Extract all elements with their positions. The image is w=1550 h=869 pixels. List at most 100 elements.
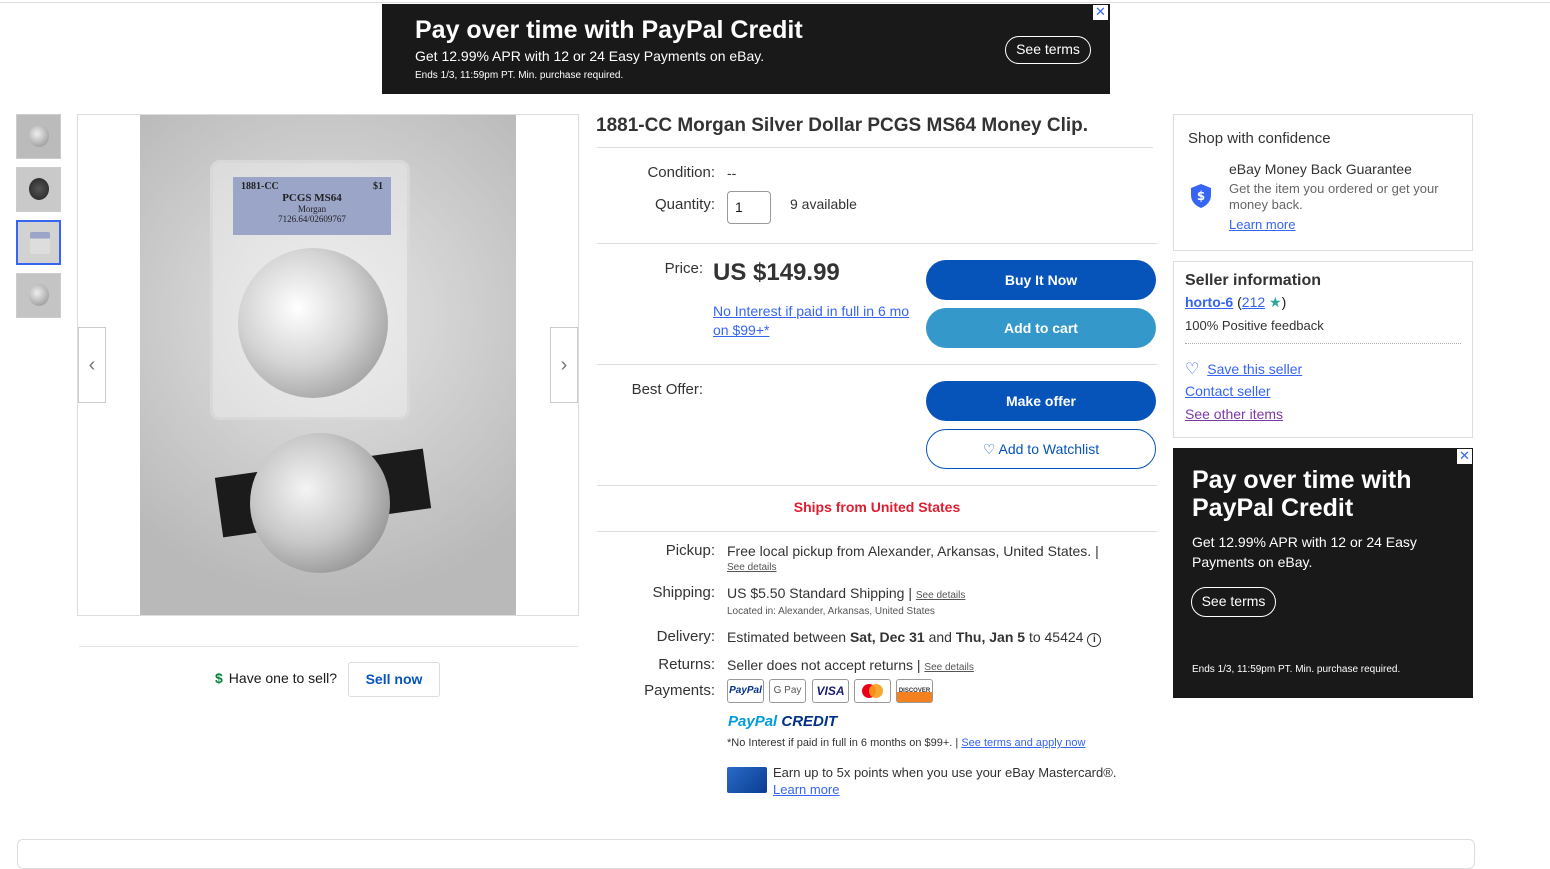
confidence-heading: Shop with confidence bbox=[1188, 130, 1331, 147]
ad-fineprint: Ends 1/3, 11:59pm PT. Min. purchase requ… bbox=[415, 70, 624, 81]
delivery-zip: to 45424 bbox=[1028, 629, 1084, 645]
pickup-see-details-link[interactable]: See details bbox=[727, 562, 776, 573]
delivery-prefix: Estimated between bbox=[727, 629, 847, 645]
sell-now-button[interactable]: Sell now bbox=[348, 662, 440, 697]
add-to-cart-button[interactable]: Add to cart bbox=[926, 308, 1156, 348]
delivery-label: Delivery: bbox=[656, 628, 715, 645]
guarantee-title: eBay Money Back Guarantee bbox=[1229, 161, 1412, 177]
shipping-text: Standard Shipping | bbox=[789, 585, 912, 601]
divider bbox=[597, 147, 1153, 148]
save-seller-link[interactable]: Save this seller bbox=[1207, 361, 1302, 377]
clip-thumb-image bbox=[29, 178, 49, 200]
seller-information-box: Seller information horto-6 (212 ★) 100% … bbox=[1173, 261, 1473, 438]
delivery-estimate: Estimated between Sat, Dec 31 and Thu, J… bbox=[727, 629, 1102, 647]
ad-see-terms-button[interactable]: See terms bbox=[1005, 36, 1091, 64]
feedback-count-link[interactable]: 212 bbox=[1242, 294, 1265, 310]
seller-info-heading: Seller information bbox=[1185, 272, 1322, 289]
slab-label-year: 1881-CC bbox=[241, 181, 279, 192]
dollar-icon: $ bbox=[215, 670, 223, 686]
delivery-from-date: Sat, Dec 31 bbox=[849, 629, 925, 645]
feedback-paren-close: ) bbox=[1281, 294, 1287, 310]
condition-value: -- bbox=[727, 165, 737, 181]
mastercard-learn-more-link[interactable]: Learn more bbox=[773, 782, 839, 797]
svg-text:$: $ bbox=[1197, 189, 1205, 203]
discover-logo-icon: DISCOVER bbox=[896, 679, 933, 703]
slab-thumb-image bbox=[30, 232, 50, 254]
seller-name-link[interactable]: horto-6 bbox=[1185, 294, 1233, 310]
shop-with-confidence-box: Shop with confidence $ eBay Money Back G… bbox=[1173, 114, 1473, 251]
prev-image-chevron-icon[interactable]: ‹ bbox=[78, 327, 106, 403]
divider bbox=[597, 364, 1157, 365]
ships-from-notice: Ships from United States bbox=[793, 499, 961, 515]
quantity-input[interactable]: 1 bbox=[727, 191, 771, 224]
thumbnail-3-selected[interactable] bbox=[16, 220, 61, 265]
ppc-paypal-text: PayPal bbox=[728, 713, 778, 730]
paypal-credit-note: *No Interest if paid in full in 6 months… bbox=[727, 737, 1085, 749]
ad-headline: Pay over time with PayPal Credit bbox=[415, 16, 803, 44]
thumbnail-2[interactable] bbox=[16, 167, 61, 212]
no-interest-link[interactable]: No Interest if paid in full in 6 mo on $… bbox=[713, 302, 913, 340]
shipping-label: Shipping: bbox=[652, 584, 715, 601]
see-terms-apply-link[interactable]: See terms and apply now bbox=[961, 737, 1085, 749]
paypal-credit-logo: PayPal CREDIT bbox=[728, 713, 837, 730]
thumbnail-1[interactable] bbox=[16, 114, 61, 159]
visa-logo-icon: VISA bbox=[812, 679, 849, 703]
available-count: 9 available bbox=[790, 196, 857, 212]
divider bbox=[597, 243, 1157, 244]
star-icon: ★ bbox=[1269, 294, 1282, 310]
guarantee-learn-more-link[interactable]: Learn more bbox=[1229, 217, 1295, 232]
pcgs-slab: 1881-CC $1 PCGS MS64 Morgan 7126.64/0260… bbox=[210, 160, 410, 420]
slab-label-variety: Morgan bbox=[297, 204, 327, 214]
info-icon[interactable]: i bbox=[1087, 633, 1102, 647]
see-other-items-link[interactable]: See other items bbox=[1185, 406, 1283, 422]
positive-feedback: 100% Positive feedback bbox=[1185, 318, 1324, 333]
returns-see-details-link[interactable]: See details bbox=[924, 662, 973, 673]
buy-it-now-button[interactable]: Buy It Now bbox=[926, 260, 1156, 300]
next-image-chevron-icon[interactable]: › bbox=[550, 327, 578, 403]
returns-line: Seller does not accept returns | See det… bbox=[727, 657, 974, 673]
returns-text: Seller does not accept returns | bbox=[727, 657, 921, 673]
delivery-to-date: Thu, Jan 5 bbox=[955, 629, 1026, 645]
paypal-credit-side-ad[interactable]: Pay over time with PayPal Credit Get 12.… bbox=[1173, 448, 1473, 698]
make-offer-button[interactable]: Make offer bbox=[926, 381, 1156, 421]
bottom-section-box bbox=[17, 839, 1475, 869]
sell-question: Have one to sell? bbox=[228, 670, 337, 686]
ebay-mastercard-icon bbox=[727, 767, 767, 793]
coin-thumb-image bbox=[29, 284, 49, 306]
slab-label-denomination: $1 bbox=[373, 181, 383, 192]
seller-name-line: horto-6 (212 ★) bbox=[1185, 294, 1286, 311]
divider bbox=[597, 485, 1157, 486]
slab-label-grade: PCGS MS64 bbox=[282, 192, 342, 204]
item-title: 1881-CC Morgan Silver Dollar PCGS MS64 M… bbox=[596, 115, 1089, 136]
side-ad-subline: Get 12.99% APR with 12 or 24 Easy Paymen… bbox=[1192, 534, 1417, 570]
main-product-image[interactable]: 1881-CC $1 PCGS MS64 Morgan 7126.64/0260… bbox=[77, 114, 579, 616]
ppc-credit-text: CREDIT bbox=[781, 713, 838, 730]
shipping-line: US $5.50 Standard Shipping | See details bbox=[727, 585, 965, 601]
payments-label: Payments: bbox=[644, 682, 715, 699]
side-ad-see-terms-button[interactable]: See terms bbox=[1191, 587, 1276, 617]
google-pay-logo-icon: G Pay bbox=[769, 679, 806, 703]
clip-coin bbox=[250, 433, 390, 573]
side-ad-headline: Pay over time with PayPal Credit bbox=[1192, 466, 1412, 522]
item-location: Located in: Alexander, Arkansas, United … bbox=[727, 606, 935, 617]
side-ad-close-icon[interactable]: ✕ bbox=[1457, 449, 1472, 464]
thumbnail-4[interactable] bbox=[16, 273, 61, 318]
divider bbox=[1185, 343, 1461, 344]
side-ad-fineprint: Ends 1/3, 11:59pm PT. Min. purchase requ… bbox=[1192, 664, 1401, 675]
ad-close-icon[interactable]: ✕ bbox=[1093, 5, 1108, 20]
mastercard-logo-icon bbox=[854, 679, 891, 703]
ad-subline: Get 12.99% APR with 12 or 24 Easy Paymen… bbox=[415, 48, 765, 64]
divider bbox=[597, 531, 1157, 532]
contact-seller-link[interactable]: Contact seller bbox=[1185, 383, 1271, 399]
have-one-to-sell: $ Have one to sell? bbox=[215, 670, 337, 686]
divider bbox=[79, 646, 578, 647]
add-to-watchlist-button[interactable]: ♡ Add to Watchlist bbox=[926, 429, 1156, 469]
mastercard-promo: Earn up to 5x points when you use your e… bbox=[773, 764, 1116, 798]
shipping-see-details-link[interactable]: See details bbox=[916, 590, 965, 601]
paypal-logo-icon: PayPal bbox=[727, 679, 764, 703]
quantity-label: Quantity: bbox=[654, 196, 715, 213]
coin-thumb-image bbox=[29, 125, 49, 147]
paypal-credit-banner-ad[interactable]: Pay over time with PayPal Credit Get 12.… bbox=[382, 4, 1110, 94]
top-divider bbox=[0, 0, 1550, 3]
save-seller-row[interactable]: ♡ Save this seller bbox=[1185, 359, 1302, 379]
